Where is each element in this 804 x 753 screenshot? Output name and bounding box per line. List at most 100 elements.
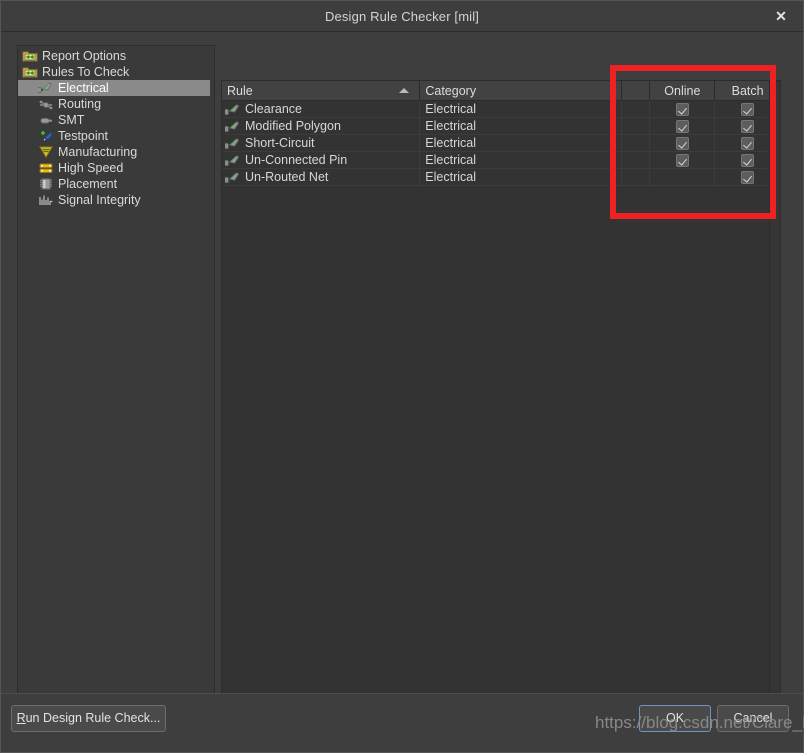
table-row[interactable]: Un-Connected Pin Electrical bbox=[222, 152, 780, 169]
sidebar-item-label: Testpoint bbox=[58, 128, 108, 144]
run-button-accel: R bbox=[17, 711, 26, 725]
signal-integrity-icon bbox=[38, 193, 54, 207]
cell-category: Electrical bbox=[420, 118, 621, 134]
placement-icon bbox=[38, 177, 54, 191]
rule-name: Clearance bbox=[245, 101, 302, 117]
dialog-footer: Run Design Rule Check... https://blog.cs… bbox=[1, 693, 803, 752]
cell-rule: Modified Polygon bbox=[222, 118, 420, 134]
cell-online[interactable] bbox=[650, 135, 715, 151]
cell-online[interactable] bbox=[650, 101, 715, 117]
online-checkbox-checked[interactable] bbox=[676, 154, 689, 167]
column-header-online-label: Online bbox=[664, 84, 700, 98]
batch-checkbox-checked[interactable] bbox=[741, 120, 754, 133]
cell-category: Electrical bbox=[420, 152, 621, 168]
dialog-body: Report OptionsRules To CheckElectricalRo… bbox=[1, 32, 803, 693]
cell-category: Electrical bbox=[420, 101, 621, 117]
high-speed-icon bbox=[38, 161, 54, 175]
column-header-spacer bbox=[622, 81, 651, 100]
rule-name: Modified Polygon bbox=[245, 118, 341, 134]
cell-spacer bbox=[622, 118, 651, 134]
batch-checkbox-checked[interactable] bbox=[741, 137, 754, 150]
smt-icon bbox=[38, 113, 54, 127]
sidebar-item-high-speed[interactable]: High Speed bbox=[18, 160, 214, 176]
rules-table-body: Clearance Electrical Modified Polygon Elect… bbox=[222, 101, 780, 186]
cell-spacer bbox=[622, 101, 651, 117]
column-header-rule[interactable]: Rule bbox=[222, 81, 420, 100]
sidebar-item-routing[interactable]: Routing bbox=[18, 96, 214, 112]
folder-arrows-icon bbox=[22, 65, 38, 79]
rule-icon bbox=[225, 103, 240, 116]
sidebar-item-smt[interactable]: SMT bbox=[18, 112, 214, 128]
routing-icon bbox=[38, 97, 54, 111]
sidebar-item-electrical[interactable]: Electrical bbox=[18, 80, 210, 96]
sort-ascending-icon bbox=[399, 88, 409, 93]
cell-online[interactable] bbox=[650, 118, 715, 134]
cell-category: Electrical bbox=[420, 135, 621, 151]
online-checkbox-checked[interactable] bbox=[676, 120, 689, 133]
sidebar-item-label: SMT bbox=[58, 112, 84, 128]
sidebar-item-testpoint[interactable]: Testpoint bbox=[18, 128, 214, 144]
run-design-rule-check-button[interactable]: Run Design Rule Check... bbox=[11, 705, 166, 732]
batch-checkbox-checked[interactable] bbox=[741, 171, 754, 184]
sidebar-item-label: Report Options bbox=[42, 48, 126, 64]
rule-icon bbox=[225, 137, 240, 150]
rule-icon bbox=[225, 154, 240, 167]
cell-rule: Clearance bbox=[222, 101, 420, 117]
rule-icon bbox=[225, 171, 240, 184]
cancel-button[interactable]: Cancel bbox=[717, 705, 789, 732]
ok-button[interactable]: OK bbox=[639, 705, 711, 732]
column-header-online[interactable]: Online bbox=[650, 81, 715, 100]
online-checkbox-checked[interactable] bbox=[676, 137, 689, 150]
title-bar: Design Rule Checker [mil] ✕ bbox=[1, 1, 803, 32]
cell-rule: Short-Circuit bbox=[222, 135, 420, 151]
batch-checkbox-checked[interactable] bbox=[741, 154, 754, 167]
vertical-scrollbar[interactable] bbox=[769, 81, 780, 723]
sidebar-item-manufacturing[interactable]: Manufacturing bbox=[18, 144, 214, 160]
sidebar-item-placement[interactable]: Placement bbox=[18, 176, 214, 192]
cell-category: Electrical bbox=[420, 169, 621, 185]
sidebar-item-label: Signal Integrity bbox=[58, 192, 141, 208]
cell-online[interactable] bbox=[650, 152, 715, 168]
cell-online[interactable] bbox=[650, 169, 715, 185]
cell-rule: Un-Connected Pin bbox=[222, 152, 420, 168]
cell-spacer bbox=[622, 135, 651, 151]
sidebar-item-label: High Speed bbox=[58, 160, 123, 176]
cell-spacer bbox=[622, 169, 651, 185]
table-row[interactable]: Modified Polygon Electrical bbox=[222, 118, 780, 135]
sidebar-item-rules-to-check[interactable]: Rules To Check bbox=[18, 64, 214, 80]
batch-checkbox-checked[interactable] bbox=[741, 103, 754, 116]
electrical-icon bbox=[38, 81, 54, 95]
online-checkbox-checked[interactable] bbox=[676, 103, 689, 116]
column-header-rule-label: Rule bbox=[227, 84, 253, 98]
table-row[interactable]: Short-Circuit Electrical bbox=[222, 135, 780, 152]
column-header-category-label: Category bbox=[425, 84, 476, 98]
sidebar-item-label: Manufacturing bbox=[58, 144, 137, 160]
rule-icon bbox=[225, 120, 240, 133]
testpoint-icon bbox=[38, 129, 54, 143]
run-button-label: un Design Rule Check... bbox=[26, 711, 161, 725]
rules-table-header: Rule Category Online Batch bbox=[222, 81, 780, 101]
column-header-category[interactable]: Category bbox=[420, 81, 621, 100]
window-title: Design Rule Checker [mil] bbox=[1, 1, 803, 32]
sidebar-item-report-options[interactable]: Report Options bbox=[18, 48, 214, 64]
sidebar-item-label: Placement bbox=[58, 176, 117, 192]
sidebar-item-label: Routing bbox=[58, 96, 101, 112]
column-header-batch-label: Batch bbox=[732, 84, 764, 98]
design-rule-checker-dialog: Design Rule Checker [mil] ✕ Report Optio… bbox=[0, 0, 804, 753]
table-row[interactable]: Un-Routed Net Electrical bbox=[222, 169, 780, 186]
rule-name: Un-Routed Net bbox=[245, 169, 328, 185]
rule-name: Short-Circuit bbox=[245, 135, 314, 151]
rules-tree-panel[interactable]: Report OptionsRules To CheckElectricalRo… bbox=[17, 45, 215, 694]
sidebar-item-label: Electrical bbox=[58, 80, 109, 96]
folder-arrows-icon bbox=[22, 49, 38, 63]
sidebar-item-label: Rules To Check bbox=[42, 64, 129, 80]
rules-tree: Report OptionsRules To CheckElectricalRo… bbox=[18, 46, 214, 208]
manufacturing-icon bbox=[38, 145, 54, 159]
table-row[interactable]: Clearance Electrical bbox=[222, 101, 780, 118]
rule-name: Un-Connected Pin bbox=[245, 152, 347, 168]
rules-list-panel[interactable]: Rule Category Online Batch Clearance Elec… bbox=[221, 80, 781, 724]
cell-rule: Un-Routed Net bbox=[222, 169, 420, 185]
close-icon[interactable]: ✕ bbox=[759, 1, 803, 32]
sidebar-item-signal-integrity[interactable]: Signal Integrity bbox=[18, 192, 214, 208]
cell-spacer bbox=[622, 152, 651, 168]
